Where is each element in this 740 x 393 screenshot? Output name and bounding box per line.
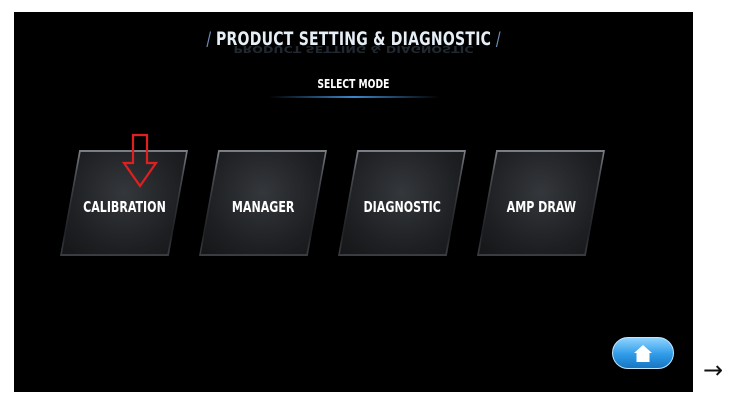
subtitle-underline [269, 96, 439, 98]
title-right-slash: / [491, 28, 501, 50]
mode-subtitle-text: SELECT MODE [317, 77, 390, 91]
manager-button[interactable]: MANAGER [199, 150, 327, 256]
mode-subtitle: SELECT MODE [14, 77, 693, 91]
diagnostic-button-label: DIAGNOSTIC [363, 198, 441, 216]
touch-screen: / PRODUCT SETTING & DIAGNOSTIC / PRODUCT… [14, 12, 693, 392]
title-left-slash: / [206, 28, 216, 50]
amp-draw-button-label: AMP DRAW [506, 198, 576, 216]
amp-draw-button[interactable]: AMP DRAW [477, 150, 605, 256]
manager-button-label: MANAGER [231, 198, 295, 216]
page-title-text: PRODUCT SETTING & DIAGNOSTIC [215, 28, 492, 50]
page-title: / PRODUCT SETTING & DIAGNOSTIC / [195, 28, 512, 50]
calibration-button-label: CALIBRATION [82, 198, 166, 216]
red-down-arrow-icon [122, 133, 158, 188]
right-arrow-icon: → [703, 356, 724, 384]
home-button[interactable] [612, 337, 674, 369]
home-icon [634, 345, 652, 362]
diagnostic-button[interactable]: DIAGNOSTIC [338, 150, 466, 256]
page-title-bar: / PRODUCT SETTING & DIAGNOSTIC / [14, 28, 693, 50]
